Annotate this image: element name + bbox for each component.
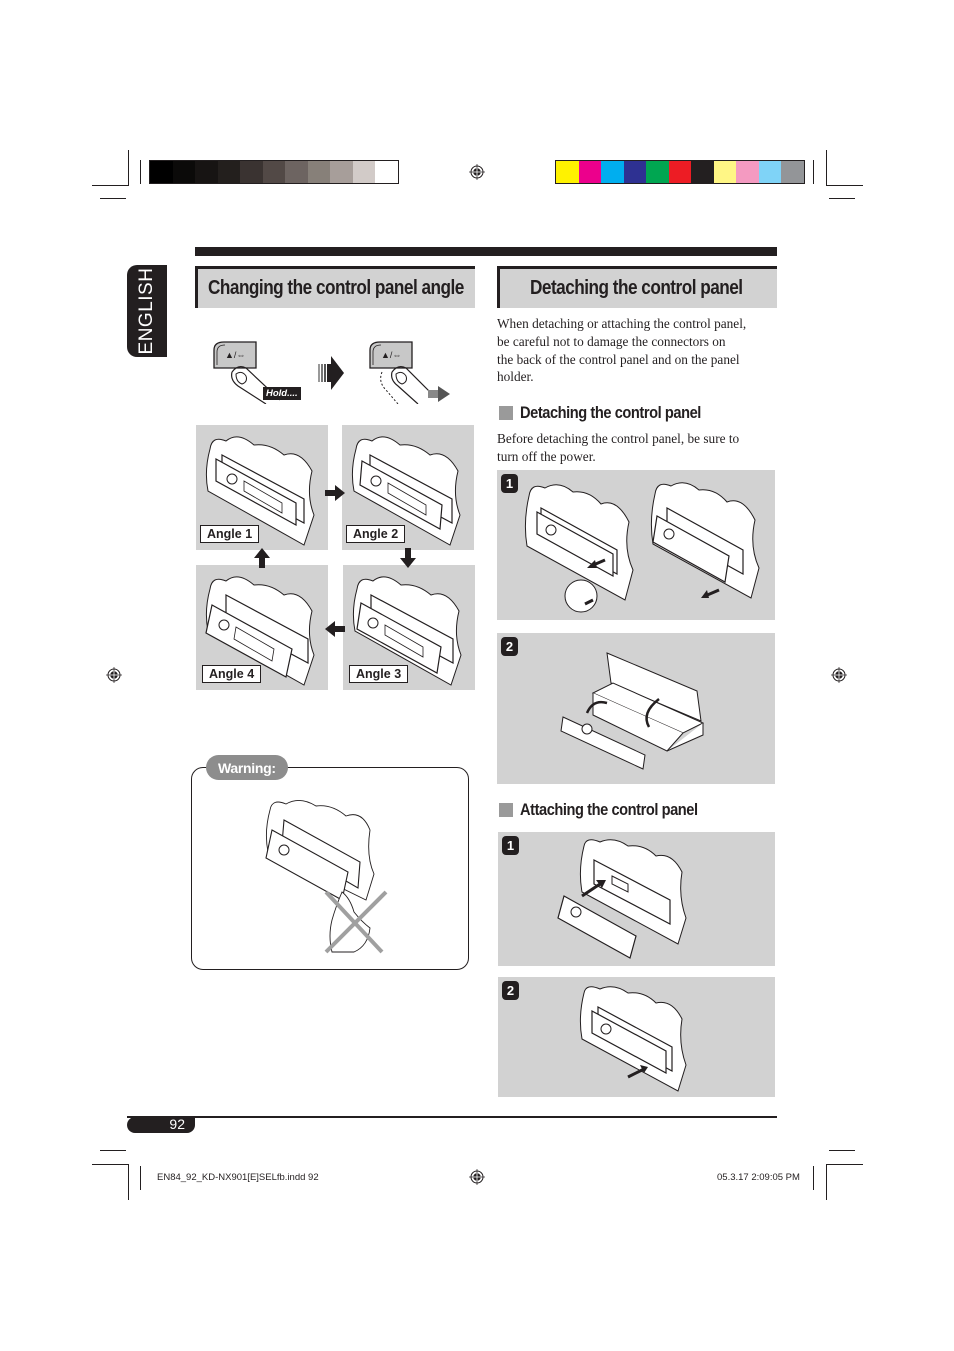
crop-mark [829, 198, 855, 200]
bullet-square-icon [499, 406, 513, 420]
detach-paragraph: Before detaching the control panel, be s… [497, 430, 782, 466]
detach-step-1-illustration [524, 482, 760, 613]
registration-mark-icon [831, 667, 847, 683]
intro-paragraph: When detaching or attaching the control … [497, 315, 782, 386]
attach-step-2-panel: 2 [498, 977, 775, 1097]
arrow-left-icon [325, 621, 345, 637]
color-swatch [691, 161, 714, 183]
text-line: When detaching or attaching the control … [497, 316, 747, 331]
crop-mark [826, 1164, 828, 1200]
color-swatch [262, 161, 285, 183]
attach-step-1-illustration [557, 839, 687, 959]
eject-icon: ▲/⇔ [225, 350, 245, 360]
language-tab: ENGLISH [127, 265, 167, 357]
angle-2-label: Angle 2 [346, 525, 406, 543]
registration-mark-icon [106, 667, 122, 683]
subheading-attaching: Attaching the control panel [499, 800, 727, 820]
arrow-right-icon [318, 356, 344, 390]
page-number-tab: 92 [127, 1116, 195, 1133]
page-number: 92 [169, 1116, 185, 1132]
subheading-detaching-text: Detaching the control panel [520, 403, 701, 422]
warning-label: Warning: [206, 755, 288, 780]
text-line: Before detaching the control panel, be s… [497, 431, 740, 446]
color-swatch [781, 161, 804, 183]
color-swatch [601, 161, 624, 183]
arrow-up-icon [254, 548, 270, 568]
color-swatch [646, 161, 669, 183]
color-swatch [352, 161, 375, 183]
detach-step-2-panel: 2 [497, 633, 775, 784]
text-line: the back of the control panel and on the… [497, 351, 740, 367]
angle-3-panel: Angle 3 [343, 565, 475, 690]
warning-box [191, 767, 469, 970]
color-swatch [758, 161, 781, 183]
eject-icon: ▲/⇔ [381, 350, 401, 360]
color-swatch [556, 161, 579, 183]
subheading-attaching-text: Attaching the control panel [520, 800, 698, 819]
crop-mark [827, 185, 863, 187]
crop-mark [128, 150, 130, 186]
text-line: holder. [497, 369, 534, 385]
crop-mark [140, 160, 142, 184]
crop-mark [92, 1164, 128, 1166]
crop-mark [128, 1164, 130, 1200]
color-swatch [736, 161, 759, 183]
angle-2-panel: Angle 2 [342, 425, 474, 550]
crop-mark [100, 198, 126, 200]
crop-mark [813, 1166, 815, 1190]
angle-3-label: Angle 3 [349, 665, 409, 683]
text-line: turn off the power. [497, 448, 596, 464]
color-swatch [330, 161, 353, 183]
crop-mark [140, 1166, 142, 1190]
crop-mark [813, 160, 815, 184]
crop-mark [100, 1150, 126, 1152]
color-swatch [217, 161, 240, 183]
angle-4-panel: Angle 4 [196, 565, 328, 690]
detach-step-1-panel: 1 [497, 470, 775, 620]
hold-label: Hold.... [263, 387, 301, 400]
color-swatch [713, 161, 736, 183]
angle-1-label: Angle 1 [200, 525, 260, 543]
storage-case-illustration [560, 652, 705, 770]
color-swatch [195, 161, 218, 183]
color-swatch [375, 161, 398, 183]
color-swatch [668, 161, 691, 183]
color-swatch [240, 161, 263, 183]
arrow-right-icon [325, 485, 345, 501]
release-illustration: ▲/⇔ [369, 341, 450, 404]
section-title-angle: Changing the control panel angle [195, 266, 475, 308]
print-timestamp: 05.3.17 2:09:05 PM [717, 1172, 800, 1183]
file-slug: EN84_92_KD-NX901[E]SELfb.indd 92 [157, 1172, 319, 1183]
crop-mark [826, 150, 828, 186]
section-title-detach-text: Detaching the control panel [530, 277, 743, 299]
process-color-bar [555, 160, 805, 184]
footer-rule [127, 1116, 777, 1118]
header-rule [195, 247, 777, 256]
attach-step-2-illustration [579, 986, 687, 1092]
arrow-down-icon [400, 548, 416, 568]
section-title-angle-text: Changing the control panel angle [208, 277, 464, 299]
language-tab-label: ENGLISH [136, 267, 157, 355]
registration-mark-icon [469, 164, 485, 180]
subheading-detaching: Detaching the control panel [499, 403, 730, 423]
color-swatch [623, 161, 646, 183]
attach-step-1-panel: 1 [498, 832, 775, 966]
text-line: be careful not to damage the connectors … [497, 333, 726, 349]
section-title-detach: Detaching the control panel [497, 266, 777, 308]
grayscale-color-bar [149, 160, 399, 184]
crop-mark [827, 1164, 863, 1166]
crop-mark [829, 1150, 855, 1152]
color-swatch [285, 161, 308, 183]
color-swatch [172, 161, 195, 183]
angle-1-panel: Angle 1 [196, 425, 328, 550]
color-swatch [307, 161, 330, 183]
color-swatch [150, 161, 173, 183]
angle-4-label: Angle 4 [202, 665, 262, 683]
bullet-square-icon [499, 803, 513, 817]
color-swatch [578, 161, 601, 183]
registration-mark-icon [469, 1169, 485, 1185]
crop-mark [92, 185, 128, 187]
warning-illustration [265, 800, 388, 954]
